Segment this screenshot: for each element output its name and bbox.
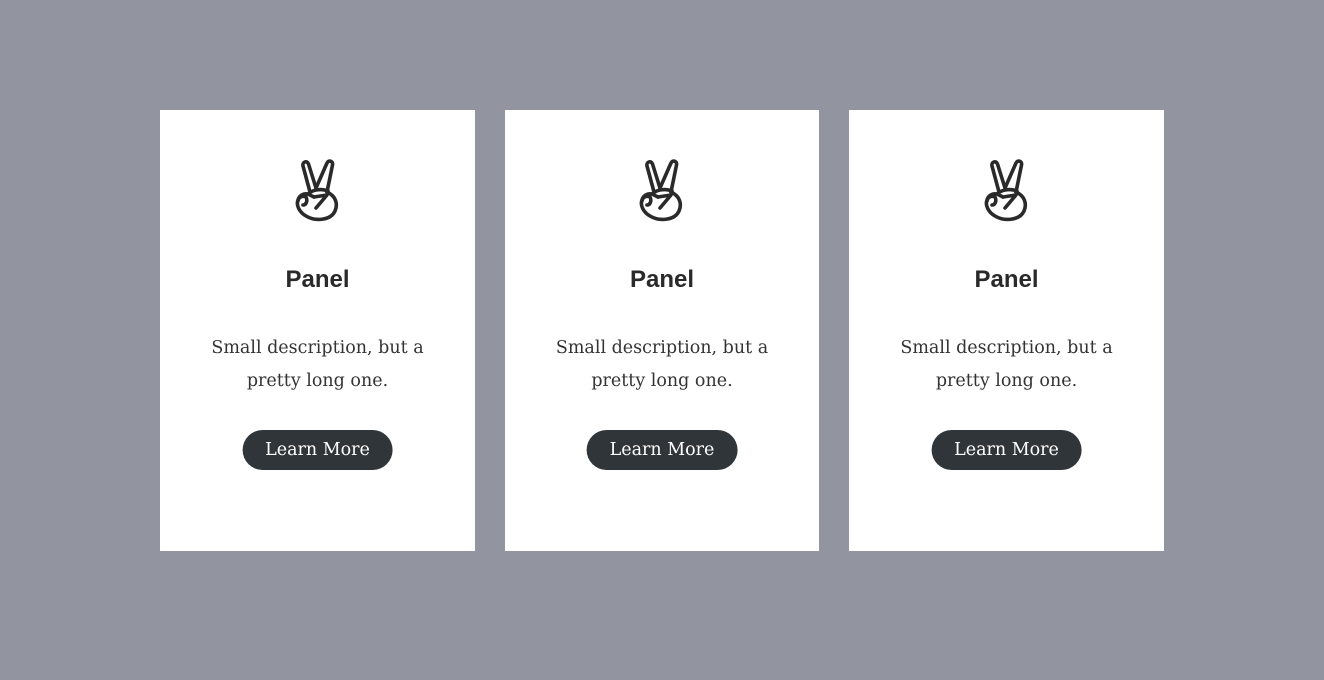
panel-card-3: Panel Small description, but a pretty lo…	[849, 110, 1164, 551]
panel-description: Small description, but a pretty long one…	[900, 338, 1113, 391]
peace-hand-icon	[638, 158, 686, 222]
panel-title: Panel	[974, 266, 1039, 293]
panel-card-1: Panel Small description, but a pretty lo…	[160, 110, 475, 551]
panel-description: Small description, but a pretty long one…	[211, 338, 424, 391]
peace-hand-icon	[983, 158, 1031, 222]
learn-more-button[interactable]: Learn More	[242, 430, 393, 470]
learn-more-button[interactable]: Learn More	[931, 430, 1082, 470]
panel-card-2: Panel Small description, but a pretty lo…	[505, 110, 819, 551]
panel-title: Panel	[629, 266, 695, 293]
panel-title: Panel	[285, 266, 350, 293]
peace-hand-icon	[294, 158, 342, 222]
panels-row: Panel Small description, but a pretty lo…	[160, 110, 1164, 551]
panel-description: Small description, but a pretty long one…	[555, 338, 769, 391]
learn-more-button[interactable]: Learn More	[586, 430, 738, 470]
